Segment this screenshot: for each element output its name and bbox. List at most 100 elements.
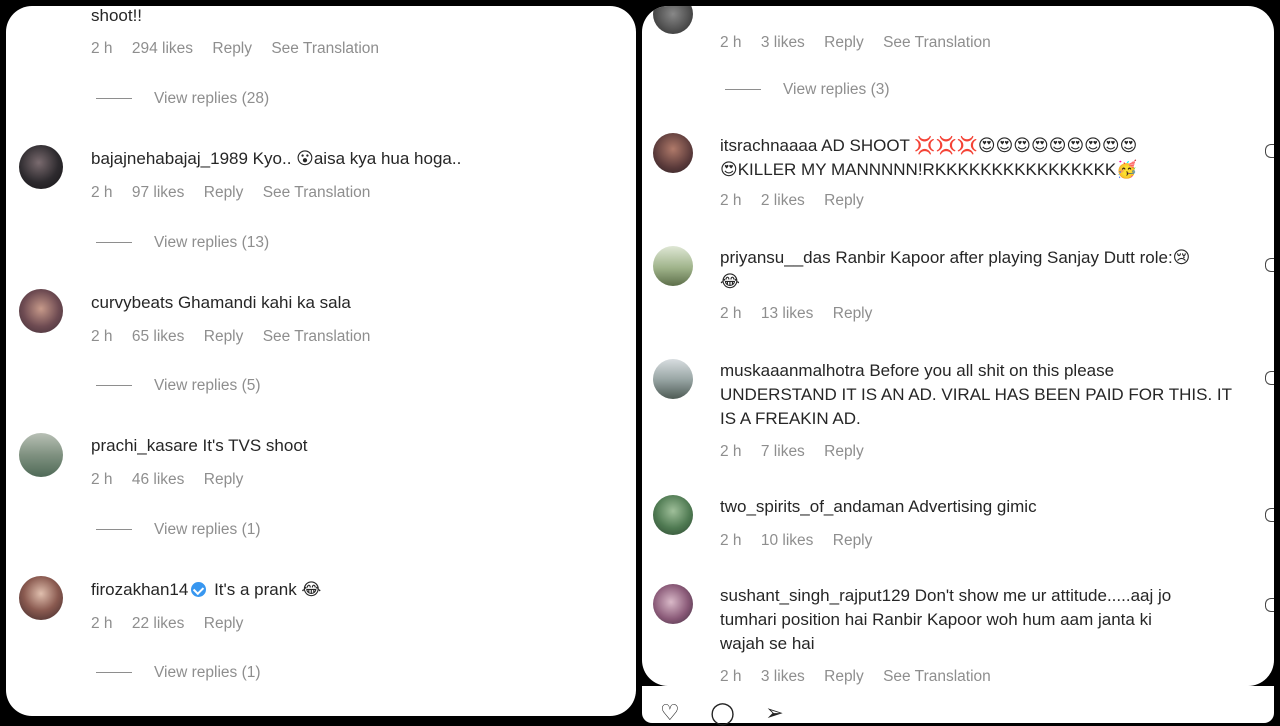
comment-meta: 2 h 65 likes Reply See Translation	[91, 328, 385, 346]
reply-button[interactable]: Reply	[824, 668, 864, 685]
comment-likes[interactable]: 10 likes	[761, 532, 814, 549]
comment-body: AD SHOOT 💢💢💢😍😍😍😍😍😍😍😍😍	[821, 136, 1138, 155]
comment-likes[interactable]: 3 likes	[761, 668, 805, 685]
comment-likes[interactable]: 294 likes	[132, 40, 193, 57]
comment-likes[interactable]: 7 likes	[761, 443, 805, 460]
comment-meta: 2 h 97 likes Reply See Translation	[91, 184, 385, 202]
comment-meta: 2 h 3 likes Reply See Translation	[720, 668, 1006, 686]
heart-icon[interactable]	[1265, 258, 1274, 272]
comment-body: It's TVS shoot	[202, 436, 308, 455]
comment-body: Kyo.. 😮aisa kya hua hoga..	[252, 149, 462, 168]
avatar[interactable]	[19, 145, 63, 189]
view-replies-button[interactable]: View replies (3)	[725, 81, 890, 99]
avatar[interactable]	[19, 576, 63, 620]
reply-button[interactable]: Reply	[204, 328, 244, 345]
avatar[interactable]	[653, 359, 693, 399]
reply-button[interactable]: Reply	[204, 184, 244, 201]
avatar[interactable]	[653, 133, 693, 173]
partial-comment-text: shoot!!	[91, 6, 143, 25]
avatar[interactable]	[19, 289, 63, 333]
reply-button[interactable]: Reply	[833, 305, 873, 322]
comment-text: curvybeats Ghamandi kahi ka sala	[91, 291, 351, 315]
heart-icon[interactable]	[1265, 371, 1274, 385]
comment-body-line: tumhari position hai Ranbir Kapoor woh h…	[720, 610, 1152, 629]
view-replies-button[interactable]: View replies (13)	[96, 234, 269, 252]
avatar[interactable]	[653, 584, 693, 624]
comment-likes[interactable]: 46 likes	[132, 471, 185, 488]
comment-username[interactable]: prachi_kasare	[91, 436, 198, 455]
view-replies-button[interactable]: View replies (28)	[96, 90, 269, 108]
comment-likes[interactable]: 2 likes	[761, 192, 805, 209]
comment-text: itsrachnaaaa AD SHOOT 💢💢💢😍😍😍😍😍😍😍😍😍 😍KILL…	[720, 134, 1260, 182]
dash-divider	[96, 242, 132, 244]
comment-likes[interactable]: 65 likes	[132, 328, 185, 345]
comment-likes[interactable]: 13 likes	[761, 305, 814, 322]
avatar[interactable]	[653, 6, 693, 34]
view-replies-label: View replies (5)	[154, 377, 261, 394]
reply-button[interactable]: Reply	[824, 192, 864, 209]
comment-username[interactable]: firozakhan14	[91, 580, 188, 599]
comment-time: 2 h	[91, 471, 113, 488]
comment-text: two_spirits_of_andaman Advertising gimic	[720, 495, 1260, 519]
comment-body-line: UNDERSTAND IT IS AN AD. VIRAL HAS BEEN P…	[720, 385, 1232, 404]
comment-time: 2 h	[720, 305, 742, 322]
reply-button[interactable]: Reply	[824, 443, 864, 460]
comment-icon[interactable]: ◯	[710, 700, 735, 726]
comment-meta: 2 h 10 likes Reply	[720, 532, 887, 550]
comment-meta: 2 h 3 likes Reply See Translation	[720, 34, 1006, 52]
see-translation-button[interactable]: See Translation	[263, 328, 371, 345]
comment-body-line: 😂	[720, 272, 740, 291]
view-replies-button[interactable]: View replies (1)	[96, 664, 261, 682]
see-translation-button[interactable]: See Translation	[883, 34, 991, 51]
reply-button[interactable]: Reply	[212, 40, 252, 57]
comment-username[interactable]: bajajnehabajaj_1989	[91, 149, 248, 168]
comment-time: 2 h	[91, 615, 113, 632]
view-replies-label: View replies (13)	[154, 234, 270, 251]
comment-meta: 2 h 2 likes Reply	[720, 192, 879, 210]
view-replies-button[interactable]: View replies (1)	[96, 521, 261, 539]
see-translation-button[interactable]: See Translation	[271, 40, 379, 57]
comment-username[interactable]: muskaaanmalhotra	[720, 361, 865, 380]
verified-badge-icon	[191, 582, 207, 597]
heart-icon[interactable]: ♡	[660, 700, 680, 726]
avatar[interactable]	[653, 495, 693, 535]
see-translation-button[interactable]: See Translation	[883, 668, 991, 685]
view-replies-button[interactable]: View replies (5)	[96, 377, 261, 395]
view-replies-label: View replies (1)	[154, 521, 261, 538]
comment-likes[interactable]: 22 likes	[132, 615, 185, 632]
reply-button[interactable]: Reply	[204, 471, 244, 488]
comment-likes[interactable]: 3 likes	[761, 34, 805, 51]
action-bar: ♡ ◯ ➢	[642, 686, 1274, 726]
comment-time: 2 h	[91, 184, 113, 201]
comment-text: sushant_singh_rajput129 Don't show me ur…	[720, 584, 1260, 656]
comment-body-line: IS A FREAKIN AD.	[720, 409, 861, 428]
comment-meta: 2 h 13 likes Reply	[720, 305, 887, 323]
heart-icon[interactable]	[1265, 598, 1274, 612]
reply-button[interactable]: Reply	[833, 532, 873, 549]
comment-body: Ranbir Kapoor after playing Sanjay Dutt …	[835, 248, 1191, 267]
comment-username[interactable]: itsrachnaaaa	[720, 136, 817, 155]
comment-body-line: 😍KILLER MY MANNNNN!RKKKKKKKKKKKKKKKK🥳	[720, 160, 1138, 179]
dash-divider	[725, 89, 761, 91]
dash-divider	[96, 529, 132, 531]
avatar[interactable]	[653, 246, 693, 286]
dash-divider	[96, 672, 132, 674]
reply-button[interactable]: Reply	[824, 34, 864, 51]
comment-time: 2 h	[720, 532, 742, 549]
reply-button[interactable]: Reply	[204, 615, 244, 632]
avatar[interactable]	[19, 433, 63, 477]
comment-text: prachi_kasare It's TVS shoot	[91, 434, 308, 458]
view-replies-label: View replies (1)	[154, 664, 261, 681]
see-translation-button[interactable]: See Translation	[263, 184, 371, 201]
comment-username[interactable]: sushant_singh_rajput129	[720, 586, 910, 605]
comment-text: firozakhan14 It's a prank 😂	[91, 578, 321, 602]
dash-divider	[96, 98, 132, 100]
heart-icon[interactable]	[1265, 144, 1274, 158]
share-icon[interactable]: ➢	[765, 700, 783, 726]
comment-username[interactable]: two_spirits_of_andaman	[720, 497, 904, 516]
comment-username[interactable]: priyansu__das	[720, 248, 831, 267]
comment-likes[interactable]: 97 likes	[132, 184, 185, 201]
comment-text: bajajnehabajaj_1989 Kyo.. 😮aisa kya hua …	[91, 147, 461, 171]
heart-icon[interactable]	[1265, 508, 1274, 522]
comment-username[interactable]: curvybeats	[91, 293, 173, 312]
